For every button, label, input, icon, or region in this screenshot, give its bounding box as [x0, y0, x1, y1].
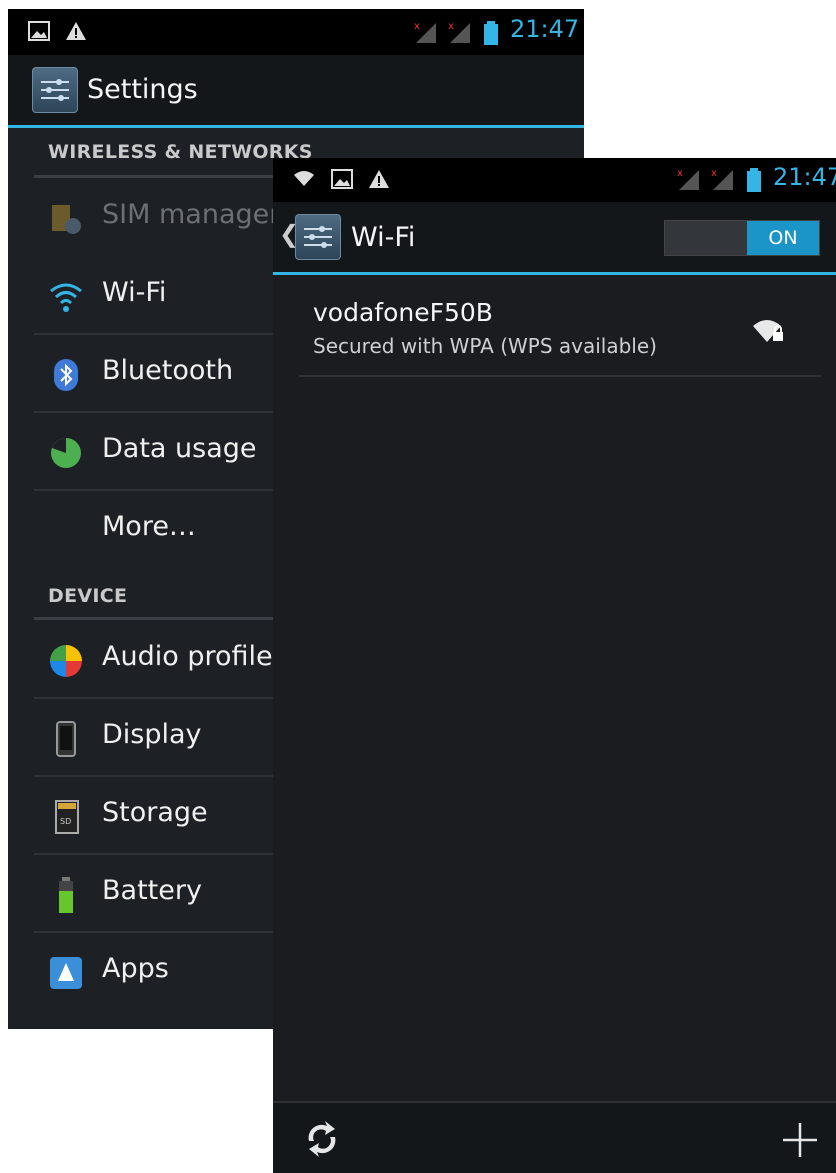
- settings-item-label: Battery: [102, 875, 202, 906]
- settings-item-label: Apps: [102, 953, 169, 984]
- warning-icon: [369, 170, 389, 188]
- signal-2-icon: x: [448, 21, 470, 43]
- settings-title: Settings: [87, 74, 198, 105]
- wifi-signal-lock-icon: [753, 320, 783, 342]
- svg-text:SD: SD: [60, 817, 71, 826]
- network-ssid: vodafoneF50B: [313, 298, 493, 327]
- svg-text:x: x: [711, 168, 717, 179]
- settings-item-label: Audio profiles: [102, 641, 287, 672]
- battery-status-icon: [747, 168, 761, 192]
- svg-text:x: x: [414, 21, 420, 32]
- wifi-screen: x x 21:47 ❮ Wi-Fi ON vodafoneF50B Secure…: [273, 158, 836, 1173]
- wifi-notification-icon: [294, 171, 314, 186]
- display-icon: [56, 721, 76, 757]
- wifi-icon: [50, 283, 82, 312]
- audio-profiles-icon: [50, 645, 82, 677]
- battery-status-icon: [484, 21, 498, 45]
- wifi-toggle[interactable]: ON: [664, 220, 820, 256]
- back-button[interactable]: ❮: [273, 202, 345, 272]
- battery-icon: [59, 877, 73, 913]
- settings-item-label: More…: [102, 511, 196, 542]
- svg-text:x: x: [677, 168, 683, 179]
- signal-2-icon: x: [711, 168, 733, 190]
- add-network-icon[interactable]: [781, 1121, 819, 1159]
- status-bar: x x 21:47: [8, 9, 584, 55]
- apps-icon: [50, 957, 82, 989]
- picture-notification-icon: [331, 169, 353, 189]
- settings-app-icon: [295, 214, 341, 260]
- data-usage-icon: [51, 438, 81, 468]
- divider: [299, 375, 822, 377]
- settings-app-icon: [32, 67, 78, 113]
- status-time: 21:47: [773, 163, 836, 191]
- picture-notification-icon: [28, 21, 50, 41]
- warning-icon: [66, 22, 86, 40]
- wifi-title: Wi-Fi: [351, 222, 416, 253]
- settings-item-label: Storage: [102, 797, 208, 828]
- sim-icon: [52, 205, 81, 234]
- settings-action-bar: Settings: [8, 55, 584, 128]
- signal-1-icon: x: [414, 21, 436, 43]
- storage-icon: SD: [55, 800, 79, 834]
- settings-item-label: Wi-Fi: [102, 277, 167, 308]
- wps-icon[interactable]: [301, 1119, 343, 1159]
- settings-item-label: Display: [102, 719, 202, 750]
- network-security: Secured with WPA (WPS available): [313, 334, 657, 358]
- section-header-device: DEVICE: [48, 585, 128, 607]
- wifi-bottom-bar: [273, 1101, 836, 1173]
- wifi-action-bar: ❮ Wi-Fi ON: [273, 202, 836, 275]
- bluetooth-icon: [54, 359, 78, 391]
- settings-item-label: Bluetooth: [102, 355, 234, 386]
- status-bar: x x 21:47: [273, 158, 836, 202]
- svg-text:x: x: [448, 21, 454, 32]
- signal-1-icon: x: [677, 168, 699, 190]
- status-time: 21:47: [510, 15, 580, 43]
- wifi-toggle-on: ON: [747, 221, 819, 255]
- settings-item-label: Data usage: [102, 433, 257, 464]
